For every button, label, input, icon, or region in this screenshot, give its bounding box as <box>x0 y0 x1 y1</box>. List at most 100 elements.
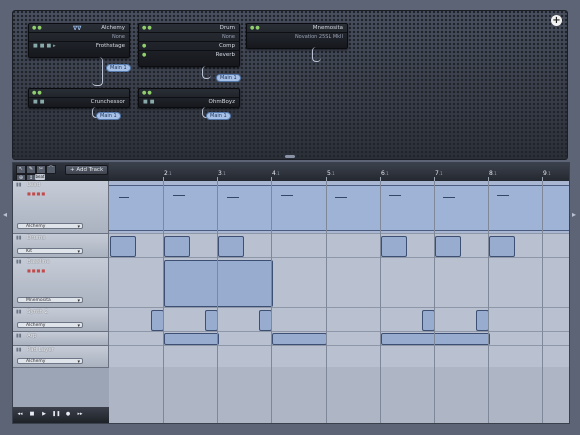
plugin-ohmboyz[interactable]: ●● ■■ OhmBoyz <box>138 88 240 108</box>
led-icon: ●● <box>142 90 153 96</box>
led-icon: ●● <box>250 25 261 31</box>
track-header[interactable]: ▮▮ Pad Layer Alchemy <box>13 346 109 368</box>
arp-clip[interactable] <box>381 333 490 345</box>
track-header[interactable]: ▮▮ Drums Kit <box>13 234 109 258</box>
note <box>389 195 401 196</box>
play-icon[interactable]: ▶ <box>40 411 48 418</box>
beat-button[interactable]: beat <box>35 174 45 180</box>
bar-marker: 3.1 <box>218 170 226 177</box>
plugin-input[interactable]: None <box>112 33 125 41</box>
plugin-mnemosita[interactable]: ●● Mnemosita Novation 25SL MkII <box>246 23 348 49</box>
track-name[interactable]: Synth 2 <box>27 309 48 315</box>
rewind-icon[interactable]: ◂◂ <box>16 411 24 418</box>
plugin-buttons-icon[interactable]: ■■■▸ <box>33 43 58 49</box>
add-plugin-button[interactable]: + <box>551 15 562 26</box>
output-pill[interactable]: Main 1 <box>206 112 231 120</box>
level-meter-icon: ▮▮ <box>16 309 22 315</box>
left-edge-arrow-icon[interactable]: ◂ <box>3 210 8 222</box>
drum-clip[interactable] <box>435 236 461 257</box>
timeline-ruler[interactable]: 2.1 3.1 4.1 5.1 6.1 7.1 8.1 9.1 <box>109 163 569 182</box>
plugin-input[interactable]: Novation 25SL MkII <box>295 33 343 41</box>
instrument-select[interactable]: Alchemy <box>17 358 83 365</box>
instrument-select[interactable]: Alchemy <box>17 322 83 329</box>
plugin-name: Alchemy <box>101 25 125 31</box>
right-edge-arrow-icon[interactable]: ▸ <box>572 210 577 222</box>
sequencer-toolbar: ↖ ✎ ✂ ⌒ ⊕ ↕ beat + Add Track <box>13 163 109 181</box>
plugin-crunchessor[interactable]: ●● ■■ Crunchessor <box>28 88 130 108</box>
track-controls-icon[interactable]: ■■■■ <box>27 191 46 196</box>
drum-clip[interactable] <box>489 236 515 257</box>
routing-wire <box>92 57 103 86</box>
bar-marker: 2.1 <box>164 170 172 177</box>
plugin-name: Mnemosita <box>312 25 343 31</box>
track-header[interactable]: ▮▮ Synth 2 Alchemy <box>13 308 109 332</box>
note <box>119 197 129 198</box>
plugin-buttons-icon[interactable]: ■■ <box>143 99 156 105</box>
bassline-clip[interactable] <box>164 260 273 307</box>
snap-tool-icon[interactable]: ⊕ <box>16 174 26 181</box>
led-icon: ● <box>142 43 148 49</box>
plugin-buttons-icon[interactable]: ■■ <box>33 99 46 105</box>
plugin-alchemy[interactable]: ●● ∇∇ Alchemy None ■■■▸ Frothstage <box>28 23 130 58</box>
bar-marker: 5.1 <box>327 170 335 177</box>
track-header[interactable]: ▮▮ Bassline ■■■■ Mnemosita <box>13 258 109 308</box>
bar-line <box>380 181 381 423</box>
drum-clip[interactable] <box>164 236 190 257</box>
bar-marker: 4.1 <box>272 170 280 177</box>
bar-line <box>217 181 218 423</box>
track-name[interactable]: Lead <box>27 182 40 188</box>
instrument-select[interactable]: Mnemosita <box>17 297 83 304</box>
drum-clip[interactable] <box>381 236 407 257</box>
stop-icon[interactable]: ■ <box>28 411 36 418</box>
output-pill[interactable]: Main 1 <box>106 64 131 72</box>
scissors-tool-icon[interactable]: ✂ <box>36 165 46 174</box>
track-header[interactable]: ▮▮ Lead ■■■■ Alchemy <box>13 181 109 234</box>
led-icon: ● <box>142 52 148 58</box>
output-pill[interactable]: Main 1 <box>216 74 241 82</box>
note <box>227 197 239 198</box>
plugin-fx[interactable]: Comp <box>219 42 235 50</box>
arrangement-lanes <box>109 181 569 423</box>
bar-marker: 9.1 <box>543 170 551 177</box>
pencil-tool-icon[interactable]: ✎ <box>26 165 36 174</box>
plugin-fx[interactable]: Reverb <box>216 51 235 59</box>
plugin-fx[interactable]: Frothstage <box>96 42 125 50</box>
level-meter-icon: ▮▮ <box>16 235 22 241</box>
bar-marker: 7.1 <box>435 170 443 177</box>
synth-logo-icon: ∇∇ <box>73 25 82 32</box>
track-name[interactable]: Pad Layer <box>27 347 54 353</box>
pause-icon[interactable]: ❚❚ <box>52 411 60 418</box>
resize-grip[interactable] <box>285 155 295 158</box>
track-name[interactable]: Arp <box>27 333 37 339</box>
fast-forward-icon[interactable]: ▸▸ <box>76 411 84 418</box>
arp-clip[interactable] <box>272 333 327 345</box>
drum-clip[interactable] <box>218 236 244 257</box>
level-meter-icon: ▮▮ <box>16 182 22 188</box>
plugin-name: Drum <box>219 25 235 31</box>
track-header[interactable]: ▮▮ Arp <box>13 332 109 346</box>
plugin-drum[interactable]: ●● Drum None ● Comp ● Reverb <box>138 23 240 67</box>
track-lane[interactable] <box>109 308 569 332</box>
arp-clip[interactable] <box>164 333 219 345</box>
routing-wire <box>202 66 211 79</box>
track-controls-icon[interactable]: ■■■■ <box>27 268 46 273</box>
bar-marker: 6.1 <box>381 170 389 177</box>
drum-clip[interactable] <box>110 236 136 257</box>
record-icon[interactable]: ● <box>64 411 72 418</box>
glue-tool-icon[interactable]: ⌒ <box>46 165 56 174</box>
led-icon: ●● <box>142 25 153 31</box>
instrument-select[interactable]: Alchemy <box>17 223 83 230</box>
track-name[interactable]: Drums <box>27 235 45 241</box>
plugin-name: Crunchessor <box>90 99 125 105</box>
plugin-name: OhmBoyz <box>208 99 235 105</box>
instrument-select[interactable]: Kit <box>17 248 83 255</box>
lead-region[interactable] <box>109 185 569 231</box>
track-name[interactable]: Bassline <box>27 259 50 265</box>
pointer-tool-icon[interactable]: ↖ <box>16 165 26 174</box>
track-lane[interactable] <box>109 346 569 368</box>
bar-line <box>163 181 164 423</box>
plugin-input[interactable]: None <box>222 33 235 41</box>
empty-lane-area[interactable] <box>109 367 569 423</box>
add-track-button[interactable]: + Add Track <box>65 165 109 175</box>
output-pill[interactable]: Main 1 <box>96 112 121 120</box>
